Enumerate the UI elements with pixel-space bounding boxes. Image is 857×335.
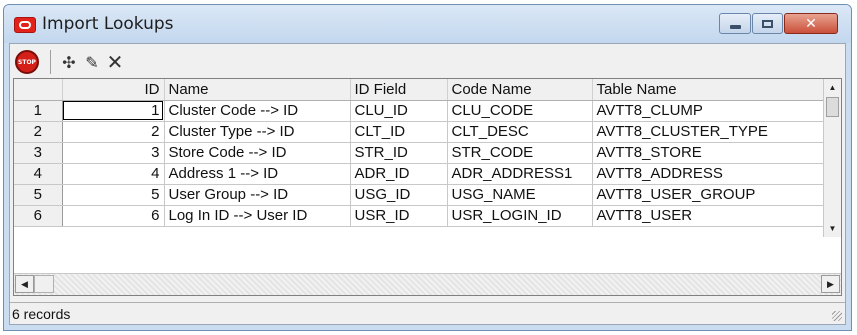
- header-row: ID Name ID Field Code Name Table Name: [14, 79, 827, 101]
- row-number[interactable]: 1: [14, 100, 63, 122]
- toolbar-separator: [50, 50, 51, 74]
- table-row[interactable]: 3 3 Store Code --> ID STR_ID STR_CODE AV…: [14, 142, 827, 164]
- window-body: STOP ✣ ✎ ✕ ID Name ID Field Code Name Ta…: [9, 43, 846, 325]
- cell-id[interactable]: 1: [62, 100, 165, 122]
- lookups-table: ID Name ID Field Code Name Table Name 1 …: [14, 79, 827, 227]
- cell-table-name[interactable]: AVTT8_STORE: [592, 142, 827, 164]
- cell-name[interactable]: Log In ID --> User ID: [164, 205, 351, 227]
- delete-x-icon: ✕: [106, 50, 124, 74]
- delete-button[interactable]: ✕: [104, 50, 126, 74]
- cell-id-field[interactable]: ADR_ID: [350, 163, 448, 185]
- close-icon: ✕: [805, 15, 817, 32]
- column-header-id[interactable]: ID: [62, 79, 165, 101]
- scroll-right-arrow-icon[interactable]: ▶: [821, 275, 840, 293]
- table-row[interactable]: 5 5 User Group --> ID USG_ID USG_NAME AV…: [14, 184, 827, 206]
- table-row[interactable]: 2 2 Cluster Type --> ID CLT_ID CLT_DESC …: [14, 121, 827, 143]
- record-count: 6 records: [12, 306, 71, 322]
- horizontal-scrollbar[interactable]: ◀ ▶: [14, 273, 841, 295]
- toolbar: STOP ✣ ✎ ✕: [10, 44, 845, 78]
- cell-id[interactable]: 3: [62, 142, 165, 164]
- edit-button[interactable]: ✎: [81, 51, 103, 73]
- cell-id[interactable]: 6: [62, 205, 165, 227]
- pencil-icon: ✎: [85, 52, 99, 72]
- cell-id-field[interactable]: USG_ID: [350, 184, 448, 206]
- column-header-name[interactable]: Name: [164, 79, 351, 101]
- maximize-icon: [762, 19, 773, 28]
- cell-code-name[interactable]: STR_CODE: [447, 142, 593, 164]
- table-row[interactable]: 4 4 Address 1 --> ID ADR_ID ADR_ADDRESS1…: [14, 163, 827, 185]
- cell-code-name[interactable]: USR_LOGIN_ID: [447, 205, 593, 227]
- minimize-button[interactable]: [719, 13, 751, 34]
- cell-code-name[interactable]: CLU_CODE: [447, 100, 593, 122]
- minimize-icon: [729, 24, 741, 29]
- cell-id[interactable]: 5: [62, 184, 165, 206]
- column-header-table-name[interactable]: Table Name: [592, 79, 827, 101]
- stop-icon: STOP: [18, 58, 36, 66]
- cell-id-field[interactable]: CLT_ID: [350, 121, 448, 143]
- cell-name[interactable]: User Group --> ID: [164, 184, 351, 206]
- cell-table-name[interactable]: AVTT8_USER_GROUP: [592, 184, 827, 206]
- lookups-grid[interactable]: ID Name ID Field Code Name Table Name 1 …: [13, 78, 842, 296]
- import-lookups-window: Import Lookups ✕ STOP ✣ ✎ ✕ ID Name ID F…: [3, 4, 852, 331]
- cell-id[interactable]: 2: [62, 121, 165, 143]
- cell-table-name[interactable]: AVTT8_CLUMP: [592, 100, 827, 122]
- cell-name[interactable]: Address 1 --> ID: [164, 163, 351, 185]
- cell-code-name[interactable]: ADR_ADDRESS1: [447, 163, 593, 185]
- cell-table-name[interactable]: AVTT8_USER: [592, 205, 827, 227]
- status-bar: 6 records: [10, 302, 845, 324]
- horizontal-scroll-thumb[interactable]: [34, 275, 54, 293]
- row-number[interactable]: 6: [14, 205, 63, 227]
- resize-grip-icon[interactable]: [832, 311, 842, 321]
- vertical-scrollbar[interactable]: ▲ ▼: [823, 79, 841, 237]
- vertical-scroll-thumb[interactable]: [826, 97, 839, 117]
- column-header-id-field[interactable]: ID Field: [350, 79, 448, 101]
- add-icon: ✣: [62, 52, 76, 72]
- scroll-up-arrow-icon[interactable]: ▲: [824, 79, 841, 96]
- cell-name[interactable]: Cluster Type --> ID: [164, 121, 351, 143]
- cell-id-field[interactable]: STR_ID: [350, 142, 448, 164]
- row-number[interactable]: 3: [14, 142, 63, 164]
- column-header-code-name[interactable]: Code Name: [447, 79, 593, 101]
- cell-code-name[interactable]: CLT_DESC: [447, 121, 593, 143]
- oracle-app-icon: [14, 17, 36, 33]
- row-number[interactable]: 4: [14, 163, 63, 185]
- cell-id[interactable]: 4: [62, 163, 165, 185]
- column-header-rownum: [14, 79, 63, 101]
- window-title: Import Lookups: [42, 14, 174, 34]
- close-button[interactable]: ✕: [784, 13, 838, 34]
- stop-button[interactable]: STOP: [15, 50, 39, 74]
- cell-id-field[interactable]: USR_ID: [350, 205, 448, 227]
- title-bar[interactable]: Import Lookups ✕: [4, 5, 851, 43]
- scroll-down-arrow-icon[interactable]: ▼: [824, 220, 841, 237]
- scroll-left-arrow-icon[interactable]: ◀: [15, 275, 34, 293]
- cell-table-name[interactable]: AVTT8_ADDRESS: [592, 163, 827, 185]
- table-row[interactable]: 6 6 Log In ID --> User ID USR_ID USR_LOG…: [14, 205, 827, 227]
- add-button[interactable]: ✣: [58, 51, 80, 73]
- table-row[interactable]: 1 1 Cluster Code --> ID CLU_ID CLU_CODE …: [14, 100, 827, 122]
- row-number[interactable]: 5: [14, 184, 63, 206]
- cell-name[interactable]: Store Code --> ID: [164, 142, 351, 164]
- cell-code-name[interactable]: USG_NAME: [447, 184, 593, 206]
- cell-name[interactable]: Cluster Code --> ID: [164, 100, 351, 122]
- cell-id-field[interactable]: CLU_ID: [350, 100, 448, 122]
- maximize-button[interactable]: [752, 13, 783, 34]
- row-number[interactable]: 2: [14, 121, 63, 143]
- cell-table-name[interactable]: AVTT8_CLUSTER_TYPE: [592, 121, 827, 143]
